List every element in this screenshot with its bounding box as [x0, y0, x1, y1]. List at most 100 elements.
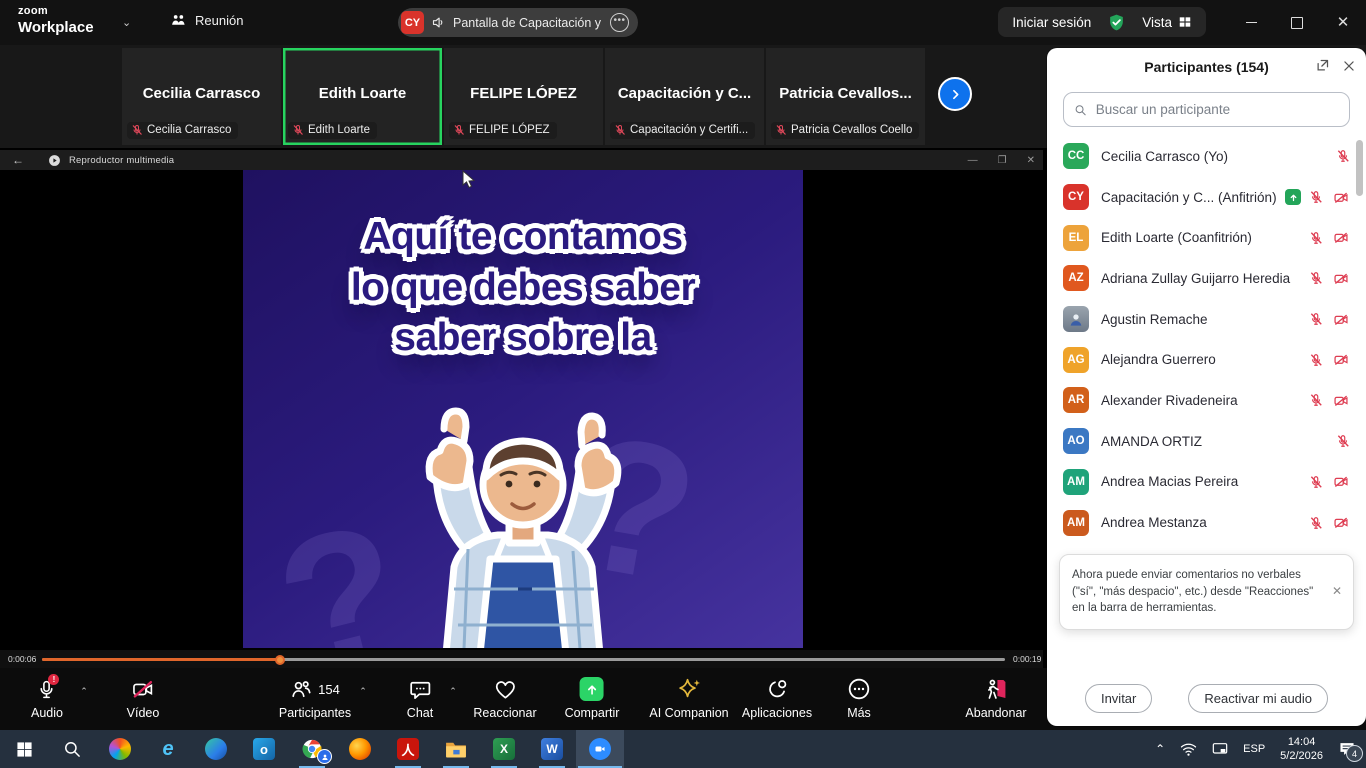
taskbar-outlook-button[interactable]: o — [240, 730, 288, 768]
taskbar-firefox-button[interactable] — [336, 730, 384, 768]
sharer-avatar: CY — [401, 11, 424, 34]
search-input[interactable] — [1094, 101, 1339, 118]
taskbar-ie-button[interactable]: e — [144, 730, 192, 768]
close-panel-icon[interactable] — [1342, 59, 1356, 73]
popout-icon[interactable] — [1315, 58, 1330, 73]
panel-scrollbar[interactable] — [1356, 140, 1363, 196]
participants-button[interactable]: 154 Participantes — [279, 677, 351, 720]
participant-row[interactable]: AM Andrea Macias Pereira — [1047, 462, 1358, 503]
invite-button[interactable]: Invitar — [1085, 684, 1152, 713]
share-screen-icon — [580, 677, 604, 701]
tile-label-text: Edith Loarte — [308, 124, 370, 136]
camera-off-icon — [1332, 230, 1350, 245]
video-button[interactable]: Vídeo — [127, 677, 160, 720]
minimize-icon — [1246, 22, 1257, 24]
video-tile-capacitacion[interactable]: Capacitación y C... Capacitación y Certi… — [605, 48, 764, 145]
chat-options-caret-icon[interactable]: ⌃ — [449, 686, 457, 697]
taskbar-search-button[interactable] — [48, 730, 96, 768]
search-icon — [1074, 103, 1087, 117]
participant-row[interactable]: Agustin Remache — [1047, 299, 1358, 340]
participants-panel-header: Participantes (154) — [1047, 48, 1366, 86]
participant-row[interactable]: AO AMANDA ORTIZ — [1047, 421, 1358, 462]
taskbar-file-explorer-button[interactable] — [432, 730, 480, 768]
slide-line-3: saber sobre la — [243, 313, 803, 364]
taskbar-clock[interactable]: 14:04 5/2/2026 — [1280, 735, 1323, 764]
seekbar-handle[interactable] — [275, 655, 285, 665]
tray-expand-chevron-icon[interactable]: ⌃ — [1155, 742, 1165, 756]
leave-meeting-button[interactable]: Abandonar — [965, 677, 1026, 720]
taskbar-copilot-button[interactable] — [96, 730, 144, 768]
start-button[interactable] — [0, 730, 48, 768]
apps-icon — [765, 678, 789, 701]
taskbar-word-button[interactable]: W — [528, 730, 576, 768]
acrobat-icon: 人 — [397, 738, 419, 760]
muted-mic-icon — [1309, 474, 1323, 490]
participant-name: AMANDA ORTIZ — [1101, 434, 1328, 449]
meeting-info-button[interactable]: Reunión — [170, 12, 243, 29]
muted-mic-icon — [1309, 392, 1323, 408]
restore-button[interactable] — [1274, 0, 1320, 45]
participants-options-caret-icon[interactable]: ⌃ — [359, 686, 367, 697]
share-label: Compartir — [565, 706, 620, 720]
view-button[interactable]: Vista — [1142, 15, 1192, 30]
audio-options-caret-icon[interactable]: ⌃ — [80, 686, 88, 697]
wifi-icon[interactable] — [1180, 742, 1197, 756]
participant-row[interactable]: AS Andrea Sierra — [1047, 543, 1358, 546]
taskbar-zoom-button[interactable] — [576, 730, 624, 768]
apps-button[interactable]: Aplicaciones — [742, 677, 812, 720]
mp-close-icon[interactable]: ✕ — [1027, 155, 1035, 166]
taskbar-acrobat-button[interactable]: 人 — [384, 730, 432, 768]
word-icon: W — [541, 738, 563, 760]
next-participants-page-button[interactable] — [938, 77, 972, 111]
tile-name-tag: Patricia Cevallos Coello — [771, 122, 919, 139]
language-indicator[interactable]: ESP — [1243, 743, 1265, 755]
display-cast-icon[interactable] — [1212, 742, 1228, 756]
chevron-down-icon[interactable]: ⌄ — [122, 16, 131, 29]
signin-button[interactable]: Iniciar sesión — [1012, 15, 1091, 30]
elapsed-time: 0:00:06 — [8, 654, 36, 664]
video-tile-patricia[interactable]: Patricia Cevallos... Patricia Cevallos C… — [766, 48, 925, 145]
share-screen-button[interactable]: Compartir — [565, 677, 620, 720]
tile-name-tag: Capacitación y Certifi... — [610, 122, 755, 139]
tile-name-tag: Cecilia Carrasco — [127, 122, 238, 139]
more-button[interactable]: Más — [847, 677, 871, 720]
minimize-button[interactable] — [1228, 0, 1274, 45]
video-seekbar[interactable] — [42, 658, 1005, 661]
chrome-profile-badge — [317, 749, 332, 764]
participant-row[interactable]: AZ Adriana Zullay Guijarro Heredia — [1047, 258, 1358, 299]
unmute-audio-button[interactable]: Reactivar mi audio — [1188, 684, 1328, 713]
muted-mic-icon — [292, 124, 304, 136]
video-tile-felipe[interactable]: FELIPE LÓPEZ FELIPE LÓPEZ — [444, 48, 603, 145]
participant-row[interactable]: AR Alexander Rivadeneira — [1047, 380, 1358, 421]
participant-name: Alejandra Guerrero — [1101, 352, 1301, 367]
taskbar-excel-button[interactable]: X — [480, 730, 528, 768]
participant-row[interactable]: EL Edith Loarte (Coanfitrión) — [1047, 217, 1358, 258]
chat-button[interactable]: Chat — [407, 677, 433, 720]
mp-restore-icon[interactable]: ❐ — [998, 155, 1007, 166]
tooltip-close-icon[interactable]: ✕ — [1332, 583, 1342, 600]
participant-row[interactable]: AG Alejandra Guerrero — [1047, 339, 1358, 380]
participant-row[interactable]: CY Capacitación y C... (Anfitrión) — [1047, 177, 1358, 218]
notification-center-button[interactable]: 4 — [1338, 741, 1356, 757]
camera-off-icon — [1332, 190, 1350, 205]
video-tile-edith-active-speaker[interactable]: Edith Loarte Edith Loarte — [283, 48, 442, 145]
participant-name: Cecilia Carrasco (Yo) — [1101, 149, 1328, 164]
participant-search-box[interactable] — [1063, 92, 1350, 127]
slide-line-2: lo que debes saber — [243, 263, 803, 314]
security-shield-icon[interactable] — [1107, 13, 1126, 32]
participant-row[interactable]: AM Andrea Mestanza — [1047, 502, 1358, 543]
close-button[interactable]: ✕ — [1320, 0, 1366, 45]
mp-minimize-icon[interactable]: — — [968, 155, 978, 166]
mouse-cursor — [462, 170, 475, 189]
taskbar-edge-button[interactable] — [192, 730, 240, 768]
shared-screen-pill[interactable]: CY Pantalla de Capacitación y C ••• — [398, 8, 638, 37]
ai-companion-button[interactable]: AI Companion — [649, 677, 728, 720]
more-options-icon[interactable]: ••• — [610, 13, 629, 32]
react-button[interactable]: Reaccionar — [473, 677, 536, 720]
video-tile-cecilia[interactable]: Cecilia Carrasco Cecilia Carrasco — [122, 48, 281, 145]
taskbar-chrome-button[interactable] — [288, 730, 336, 768]
restore-icon — [1291, 17, 1303, 29]
participant-row[interactable]: CC Cecilia Carrasco (Yo) — [1047, 136, 1358, 177]
audio-button[interactable]: ! Audio — [31, 677, 63, 720]
back-arrow-icon[interactable]: ← — [12, 153, 24, 167]
